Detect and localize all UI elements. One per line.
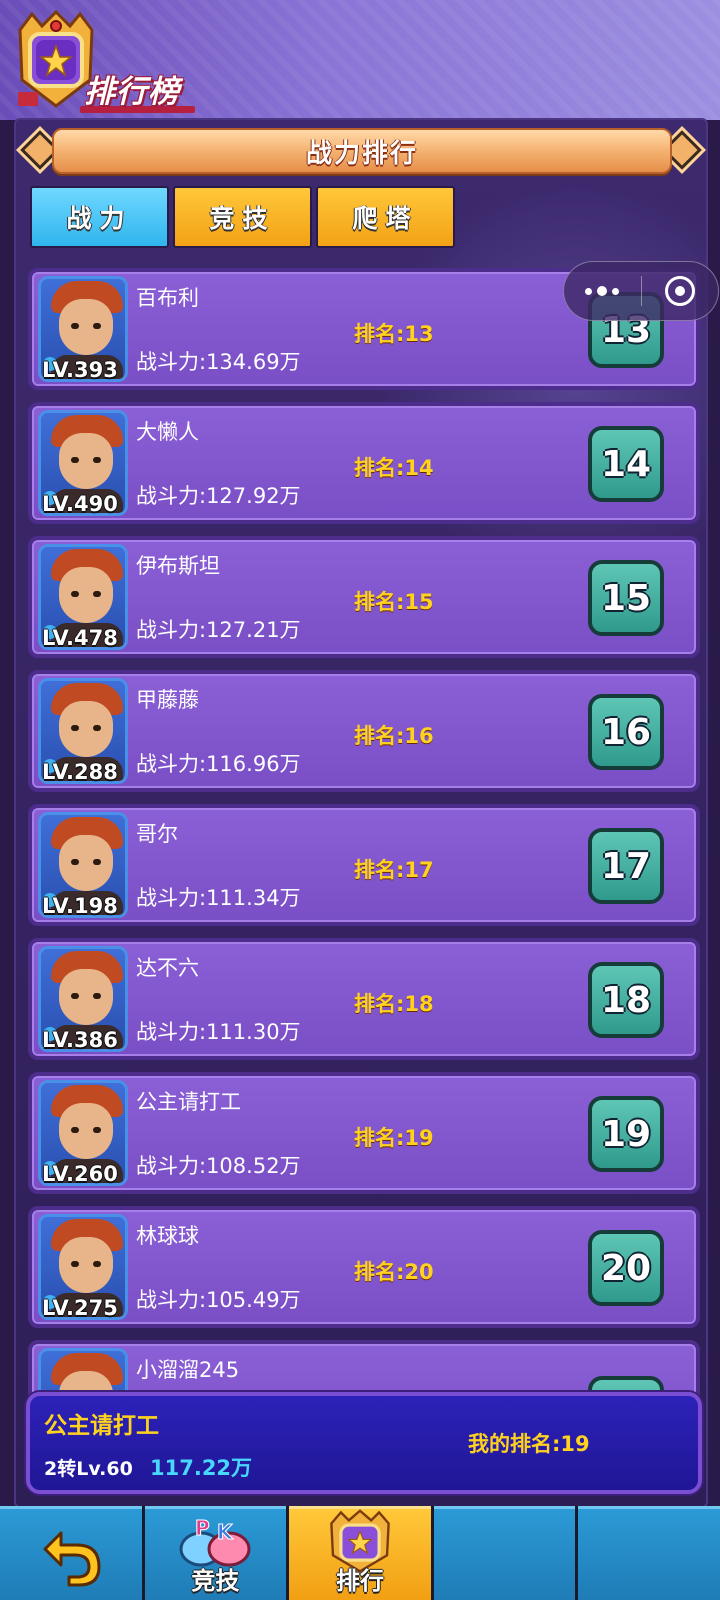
player-level: LV.198 <box>42 894 118 918</box>
ranking-row[interactable]: LV.490 大懒人 战斗力:127.92万 排名:14 14 <box>28 402 700 524</box>
my-power: 117.22万 <box>150 1456 253 1480</box>
tab-arena[interactable]: 竞技 <box>173 186 312 248</box>
player-power: 战斗力:116.96万 <box>136 752 301 776</box>
rank-badge: 15 <box>588 560 664 636</box>
player-power: 战斗力:127.21万 <box>136 618 301 642</box>
player-rank-text: 排名:16 <box>354 724 434 748</box>
page-title: 排行榜 <box>84 74 180 110</box>
ranking-row[interactable]: LV.478 伊布斯坦 战斗力:127.21万 排名:15 15 <box>28 536 700 658</box>
player-level: LV.260 <box>42 1162 118 1186</box>
ranking-row[interactable]: LV.288 甲藤藤 战斗力:116.96万 排名:16 16 <box>28 670 700 792</box>
player-level: LV.386 <box>42 1028 118 1052</box>
ranking-row[interactable]: LV.275 林球球 战斗力:105.49万 排名:20 20 <box>28 1206 700 1328</box>
player-name: 达不六 <box>136 956 199 980</box>
player-power: 战斗力:127.92万 <box>136 484 301 508</box>
nav-empty-slot[interactable] <box>433 1506 576 1600</box>
ranking-row[interactable]: LV.198 哥尔 战斗力:111.34万 排名:17 17 <box>28 804 700 926</box>
player-level: LV.288 <box>42 760 118 784</box>
rank-badge: 14 <box>588 426 664 502</box>
player-name: 百布利 <box>136 286 199 310</box>
player-rank-text: 排名:15 <box>354 590 434 614</box>
player-power: 战斗力:108.52万 <box>136 1154 301 1178</box>
more-options-icon[interactable] <box>564 261 641 321</box>
player-rank-text: 排名:14 <box>354 456 434 480</box>
player-power: 战斗力:105.49万 <box>136 1288 301 1312</box>
header-bar: 排行榜 <box>0 0 720 120</box>
player-level: LV.393 <box>42 358 118 382</box>
tab-power[interactable]: 战力 <box>30 186 169 248</box>
player-rank-text: 排名:18 <box>354 992 434 1016</box>
rank-badge: 20 <box>588 1230 664 1306</box>
player-rank-text: 排名:13 <box>354 322 434 346</box>
rank-badge: 16 <box>588 694 664 770</box>
player-power: 战斗力:134.69万 <box>136 350 301 374</box>
player-name: 公主请打工 <box>136 1090 241 1114</box>
player-name: 林球球 <box>136 1224 199 1248</box>
rank-badge: 18 <box>588 962 664 1038</box>
player-name: 甲藤藤 <box>136 688 199 712</box>
close-miniprogram-icon[interactable] <box>642 261 719 321</box>
svg-text:P: P <box>195 1516 210 1540</box>
player-power: 战斗力:111.30万 <box>136 1020 301 1044</box>
ranking-row[interactable]: LV.386 达不六 战斗力:111.30万 排名:18 18 <box>28 938 700 1060</box>
player-name: 大懒人 <box>136 420 199 444</box>
player-rank-text: 排名:17 <box>354 858 434 882</box>
player-name: 小溜溜245 <box>136 1358 240 1382</box>
ranking-row[interactable]: LV.260 公主请打工 战斗力:108.52万 排名:19 19 <box>28 1072 700 1194</box>
player-level: LV.275 <box>42 1296 118 1320</box>
miniprogram-capsule <box>563 261 719 321</box>
my-level: 2转Lv.60 <box>44 1458 133 1480</box>
nav-arena-label: 竞技 <box>191 1567 240 1595</box>
nav-arena[interactable]: P K 竞技 <box>144 1506 287 1600</box>
my-rank-bar: 公主请打工 2转Lv.60 117.22万 我的排名:19 <box>26 1392 702 1494</box>
my-rank-text: 我的排名:19 <box>468 1432 590 1456</box>
rank-badge: 19 <box>588 1096 664 1172</box>
back-arrow-icon <box>43 1531 101 1587</box>
bottom-nav: P K 竞技 排行 <box>0 1506 720 1600</box>
player-rank-text: 排名:20 <box>354 1260 434 1284</box>
ranking-tabs: 战力 竞技 爬塔 <box>30 186 455 248</box>
nav-back[interactable] <box>0 1506 142 1600</box>
svg-text:K: K <box>217 1520 234 1544</box>
section-banner: 战力排行 <box>52 128 672 174</box>
nav-ranking-label: 排行 <box>335 1567 384 1595</box>
rank-badge: 17 <box>588 828 664 904</box>
tab-tower[interactable]: 爬塔 <box>316 186 455 248</box>
player-power: 战斗力:111.34万 <box>136 886 301 910</box>
my-name: 公主请打工 <box>44 1413 159 1439</box>
player-level: LV.478 <box>42 626 118 650</box>
nav-empty-slot[interactable] <box>578 1506 720 1600</box>
player-rank-text: 排名:19 <box>354 1126 434 1150</box>
nav-ranking[interactable]: 排行 <box>289 1506 431 1600</box>
player-name: 哥尔 <box>136 822 178 846</box>
banner-title: 战力排行 <box>305 138 418 169</box>
player-name: 伊布斯坦 <box>136 554 220 578</box>
player-level: LV.490 <box>42 492 118 516</box>
